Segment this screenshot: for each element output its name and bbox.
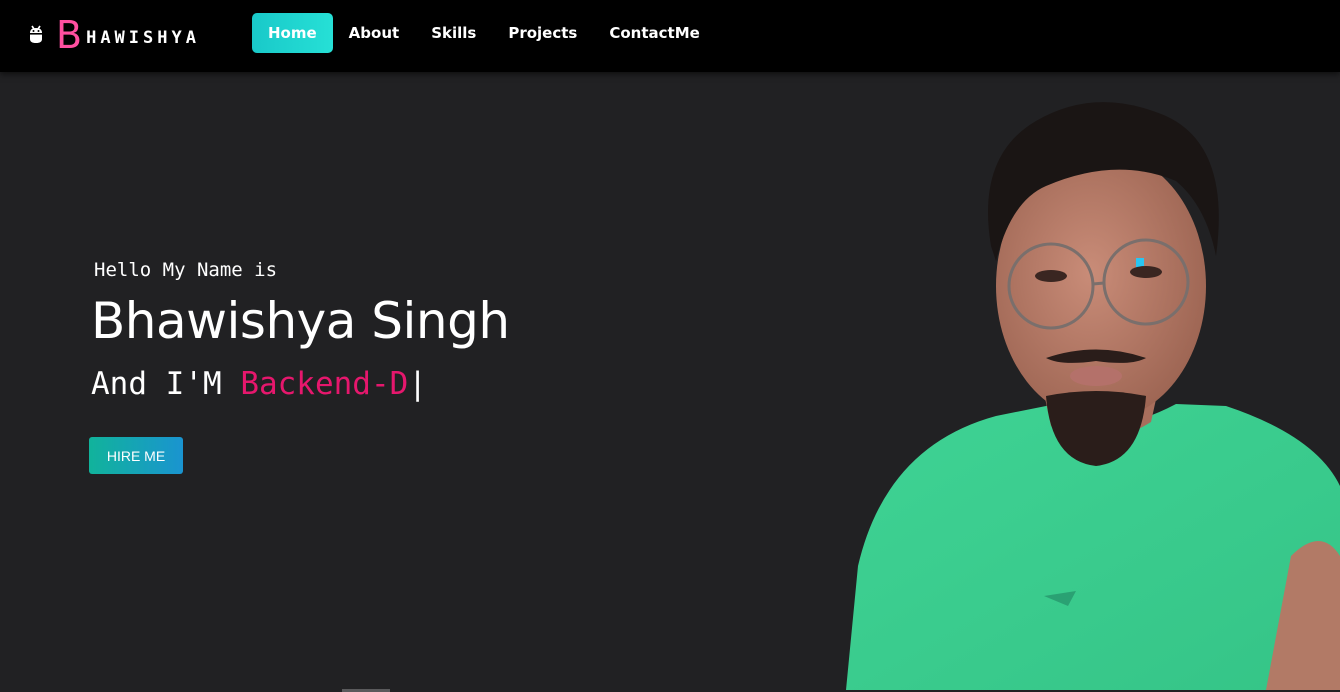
nav-about[interactable]: About (333, 13, 416, 53)
nav-contact[interactable]: ContactMe (593, 13, 715, 53)
navbar: B HAWISHYA Home About Skills Projects Co… (0, 0, 1340, 72)
nav-projects[interactable]: Projects (492, 13, 593, 53)
nav-links: Home About Skills Projects ContactMe (252, 13, 716, 53)
brand-initial: B (56, 13, 83, 57)
robot-icon (30, 25, 42, 43)
brand-name: HAWISHYA (86, 28, 200, 48)
typing-cursor: | (408, 366, 427, 402)
hire-me-button[interactable]: HIRE ME (89, 437, 183, 474)
role-typed-text: Backend-D (240, 366, 409, 402)
hero-name: Bhawishya Singh (91, 292, 510, 350)
brand-logo[interactable]: B HAWISHYA (26, 13, 200, 57)
hero-intro: Hello My Name is Bhawishya Singh And I'M… (91, 256, 510, 406)
nav-home[interactable]: Home (252, 13, 333, 53)
profile-photo (846, 102, 1340, 690)
role-prefix: And I'M (91, 366, 241, 402)
hero-role: And I'M Backend-D| (91, 362, 510, 406)
nav-skills[interactable]: Skills (415, 13, 492, 53)
hero-greeting: Hello My Name is (94, 259, 278, 281)
